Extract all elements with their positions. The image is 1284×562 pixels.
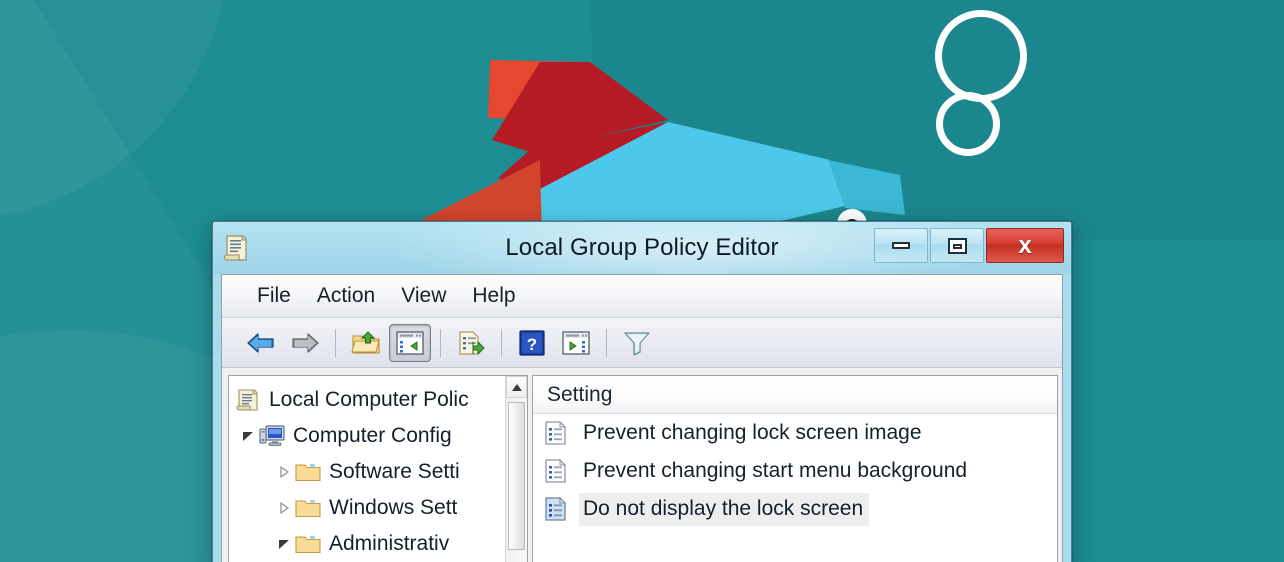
show-hide-action-pane-icon — [562, 330, 590, 355]
local-group-policy-editor-window: Local Group Policy Editor x File Action … — [212, 221, 1072, 562]
scrollbar-thumb[interactable] — [508, 402, 525, 550]
maximize-button[interactable] — [930, 228, 984, 263]
show-hide-console-tree-icon — [396, 330, 424, 355]
folder-icon — [295, 459, 321, 485]
tree-vertical-scrollbar[interactable] — [505, 376, 527, 562]
panes-container: Local Computer Polic Computer Config Sof… — [222, 369, 1062, 562]
menu-item-help[interactable]: Help — [459, 282, 528, 310]
expander-collapsed-icon[interactable] — [273, 461, 295, 483]
close-icon: x — [1018, 231, 1032, 259]
up-one-level-folder-icon — [351, 330, 381, 356]
expander-expanded-icon[interactable] — [273, 533, 295, 555]
tree-item-label: Windows Sett — [329, 496, 458, 519]
window-titlebar[interactable]: Local Group Policy Editor x — [213, 222, 1071, 274]
show-hide-console-tree-button[interactable] — [389, 323, 431, 362]
policy-setting-icon — [543, 419, 569, 447]
settings-list-pane: Setting Prevent changing lock screen ima… — [532, 375, 1058, 562]
menu-item-file[interactable]: File — [244, 282, 304, 310]
wallpaper-circle-large — [935, 10, 1027, 102]
policy-scroll-icon — [223, 233, 249, 263]
tree-item-computer-configuration[interactable]: Computer Config — [229, 418, 505, 454]
export-list-icon — [457, 330, 485, 356]
minimize-icon — [892, 242, 910, 249]
help-button[interactable]: ? — [511, 324, 553, 362]
tree-item-label: Computer Config — [293, 424, 452, 447]
forward-arrow-icon — [290, 331, 320, 355]
tree-item-software-settings[interactable]: Software Setti — [229, 454, 505, 490]
chevron-up-icon — [511, 383, 522, 391]
show-hide-action-pane-button[interactable] — [555, 324, 597, 362]
window-client-area: File Action View Help ? Local Computer P… — [221, 274, 1063, 562]
minimize-button[interactable] — [874, 228, 928, 263]
close-button[interactable]: x — [986, 228, 1064, 263]
up-one-level-button[interactable] — [345, 324, 387, 362]
forward-button[interactable] — [284, 324, 326, 362]
folder-icon — [295, 531, 321, 557]
tree-item-local-computer-policy[interactable]: Local Computer Polic — [229, 382, 505, 418]
maximize-icon — [947, 237, 967, 254]
list-item-label: Do not display the lock screen — [579, 492, 870, 526]
tree-item-label: Administrativ — [329, 532, 450, 555]
tree-item-label: Software Setti — [329, 460, 460, 483]
back-button[interactable] — [240, 324, 282, 362]
policy-setting-icon — [543, 495, 569, 523]
back-arrow-icon — [246, 331, 276, 355]
list-item[interactable]: Prevent changing lock screen image — [533, 414, 1057, 452]
toolbar-separator — [335, 328, 336, 357]
window-controls: x — [872, 228, 1064, 263]
tree-item-label: Local Computer Polic — [269, 388, 469, 411]
tree-item-windows-settings[interactable]: Windows Sett — [229, 490, 505, 526]
menu-item-action[interactable]: Action — [304, 282, 388, 310]
menu-item-view[interactable]: View — [388, 282, 459, 310]
tree-item-administrative-templates[interactable]: Administrativ — [229, 526, 505, 562]
toolbar: ? — [222, 318, 1062, 368]
filter-icon — [623, 330, 651, 356]
console-tree-pane: Local Computer Polic Computer Config Sof… — [228, 375, 528, 562]
console-tree-list: Local Computer Polic Computer Config Sof… — [229, 376, 505, 562]
folder-icon — [295, 495, 321, 521]
policy-scroll-icon — [235, 387, 261, 413]
svg-text:?: ? — [527, 335, 537, 354]
toolbar-separator — [606, 328, 607, 357]
scrollbar-up-button[interactable] — [506, 376, 527, 398]
export-list-button[interactable] — [450, 324, 492, 362]
expander-collapsed-icon[interactable] — [273, 497, 295, 519]
list-item-label: Prevent changing start menu background — [583, 458, 968, 482]
expander-expanded-icon[interactable] — [237, 425, 259, 447]
menu-bar: File Action View Help — [222, 275, 1062, 318]
wallpaper-circle-small — [936, 92, 1000, 156]
toolbar-separator — [501, 328, 502, 357]
toolbar-separator — [440, 328, 441, 357]
computer-monitor-icon — [259, 423, 285, 449]
help-icon: ? — [519, 329, 545, 356]
policy-setting-icon — [543, 457, 569, 485]
filter-button[interactable] — [616, 324, 658, 362]
list-item[interactable]: Prevent changing start menu background — [533, 452, 1057, 490]
column-header-setting[interactable]: Setting — [533, 376, 1057, 414]
desktop-screen: Local Group Policy Editor x File Action … — [0, 0, 1284, 562]
list-item-label: Prevent changing lock screen image — [583, 420, 922, 444]
list-item-selected[interactable]: Do not display the lock screen — [533, 490, 1057, 528]
